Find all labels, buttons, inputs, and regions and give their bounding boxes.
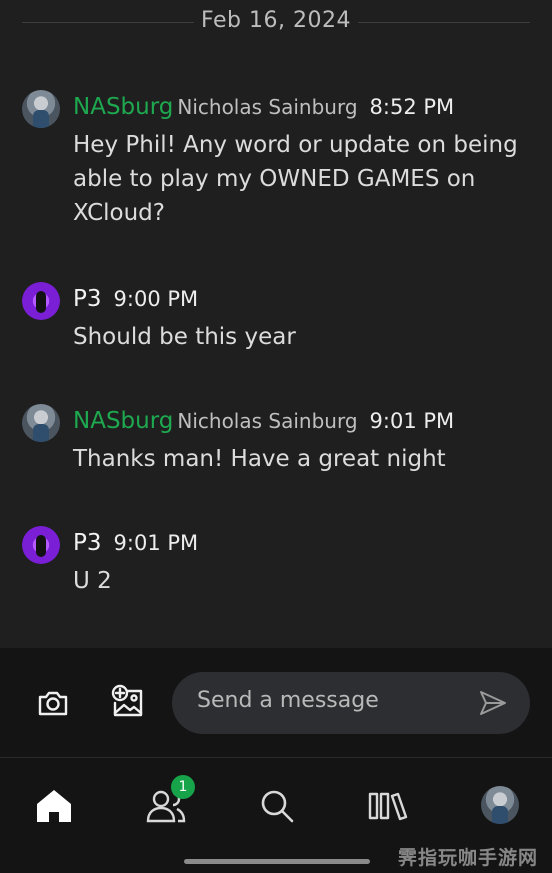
message-placeholder: Send a message	[197, 688, 379, 713]
timestamp: 9:01 PM	[369, 409, 455, 433]
message-item: NASburg Nicholas Sainburg 8:52 PM Hey Phil…	[22, 90, 532, 240]
chat-area: Feb 16, 2024 NASburg Nicholas Sainburg 8:5…	[0, 0, 552, 648]
message-text: Thanks man! Have a great night	[73, 446, 446, 472]
message-item: P3 9:01 PM U 2	[22, 526, 532, 606]
real-name: Nicholas Sainburg	[177, 95, 358, 119]
avatar[interactable]	[22, 404, 60, 442]
add-image-icon[interactable]	[106, 679, 150, 723]
gamertag[interactable]: NASburg	[73, 94, 173, 120]
home-icon	[37, 790, 71, 822]
date-divider: Feb 16, 2024	[0, 8, 552, 38]
camera-icon[interactable]	[31, 681, 75, 725]
message-item: P3 9:00 PM Should be this year	[22, 282, 532, 362]
message-item: NASburg Nicholas Sainburg 9:01 PM Thanks m…	[22, 404, 532, 484]
timestamp: 9:01 PM	[113, 531, 199, 555]
send-icon[interactable]	[478, 688, 508, 718]
watermark: 霁指玩咖手游网	[398, 847, 539, 869]
home-indicator[interactable]	[184, 859, 370, 864]
avatar[interactable]	[22, 90, 60, 128]
gamertag[interactable]: P3	[73, 530, 102, 556]
date-label: Feb 16, 2024	[201, 8, 351, 33]
message-header: P3 9:00 PM	[73, 284, 198, 315]
search-icon	[261, 790, 294, 823]
message-text: U 2	[73, 568, 112, 594]
friends-badge: 1	[171, 775, 195, 799]
avatar[interactable]	[22, 282, 60, 320]
divider-line-left	[22, 22, 194, 23]
timestamp: 9:00 PM	[113, 287, 199, 311]
library-icon	[368, 792, 408, 821]
message-header: NASburg Nicholas Sainburg 9:01 PM	[73, 406, 454, 437]
timestamp: 8:52 PM	[369, 95, 455, 119]
message-composer: Send a message	[0, 648, 552, 758]
message-header: P3 9:01 PM	[73, 528, 198, 559]
message-input[interactable]: Send a message	[172, 672, 530, 734]
gamertag[interactable]: P3	[73, 286, 102, 312]
divider-line-right	[358, 22, 530, 23]
nav-search[interactable]	[253, 782, 301, 830]
avatar[interactable]	[22, 526, 60, 564]
message-text: Should be this year	[73, 324, 296, 350]
real-name: Nicholas Sainburg	[177, 409, 358, 433]
message-text: Hey Phil! Any word or update on being ab…	[73, 132, 518, 226]
message-header: NASburg Nicholas Sainburg 8:52 PM	[73, 92, 454, 123]
nav-home[interactable]	[30, 782, 78, 830]
gamertag[interactable]: NASburg	[73, 408, 173, 434]
profile-avatar[interactable]	[481, 786, 519, 824]
nav-library[interactable]	[364, 782, 412, 830]
